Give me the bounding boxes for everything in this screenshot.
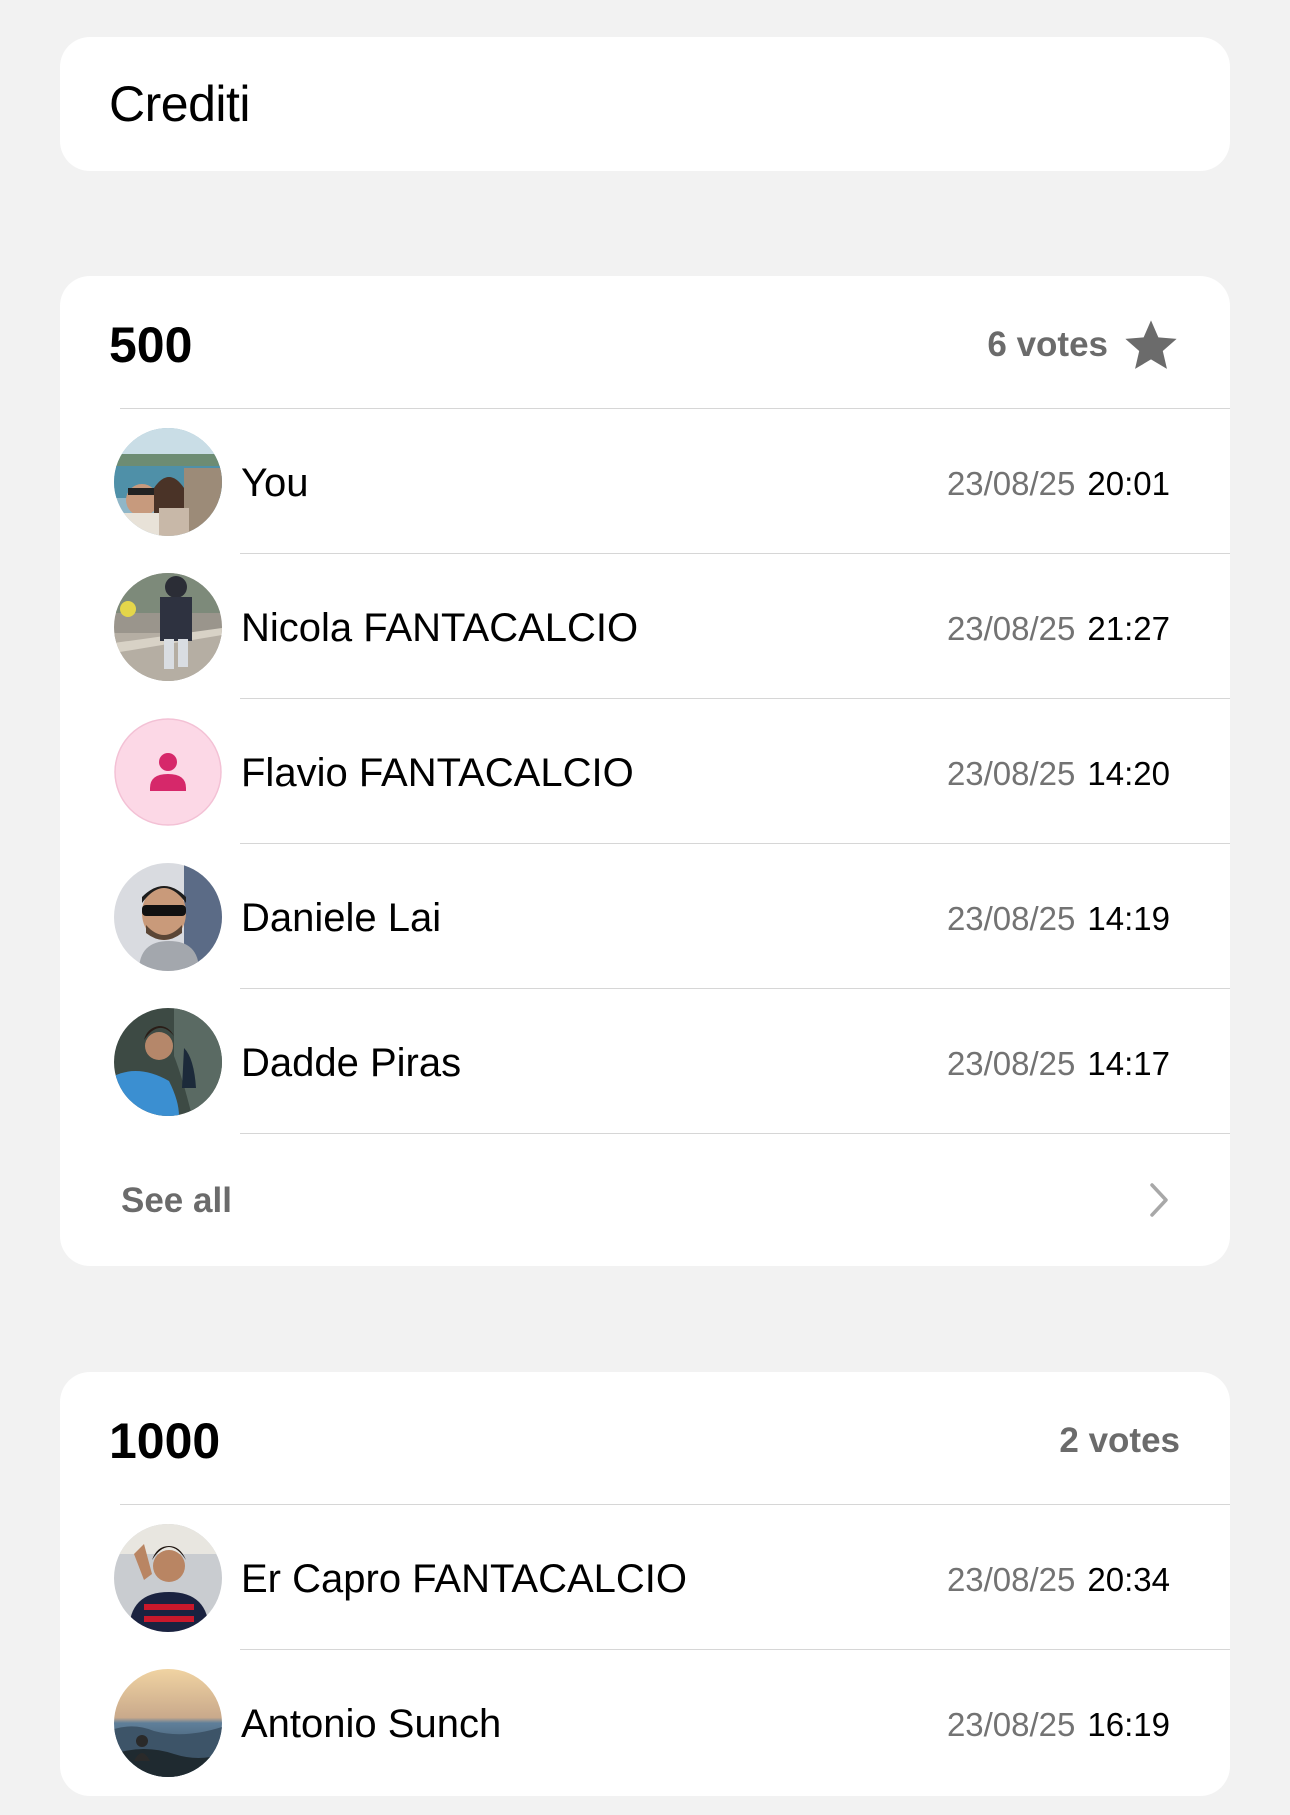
poll-option-votes: 6 votes <box>987 276 1180 414</box>
voter-name: Flavio FANTACALCIO <box>241 751 634 795</box>
avatar <box>114 1524 222 1632</box>
vote-timestamp: 23/08/25 21:27 <box>947 554 1170 704</box>
voter-row[interactable]: Nicola FANTACALCIO 23/08/25 21:27 <box>60 554 1230 699</box>
voter-row[interactable]: Flavio FANTACALCIO 23/08/25 14:20 <box>60 699 1230 844</box>
vote-date: 23/08/25 <box>946 610 1076 647</box>
voter-row[interactable]: You 23/08/25 20:01 <box>60 409 1230 554</box>
voter-row[interactable]: Dadde Piras 23/08/25 14:17 <box>60 989 1230 1134</box>
vote-time: 21:27 <box>1087 610 1170 647</box>
title-card: Crediti <box>60 37 1230 171</box>
avatar <box>114 573 222 681</box>
poll-option-card: 1000 2 votes Er Capro FANTACALCIO 23/08/… <box>60 1372 1230 1796</box>
avatar <box>114 1669 222 1777</box>
vote-date: 23/08/25 <box>946 1561 1076 1598</box>
vote-timestamp: 23/08/25 20:01 <box>947 409 1170 559</box>
page-title: Crediti <box>109 76 250 132</box>
vote-timestamp: 23/08/25 20:34 <box>947 1505 1170 1655</box>
voter-row[interactable]: Er Capro FANTACALCIO 23/08/25 20:34 <box>60 1505 1230 1650</box>
poll-option-card: 500 6 votes You 23/08/25 20:01 Nicola FA… <box>60 276 1230 1266</box>
poll-option-header: 500 6 votes <box>60 276 1230 409</box>
voter-name: Daniele Lai <box>241 896 442 940</box>
star-icon <box>1125 320 1177 369</box>
avatar <box>114 428 222 536</box>
vote-time: 20:01 <box>1087 465 1170 502</box>
poll-option-amount: 500 <box>109 317 193 373</box>
voter-name: Er Capro FANTACALCIO <box>241 1557 688 1601</box>
see-all-label: See all <box>121 1181 232 1220</box>
votes-count: 2 votes <box>1059 1421 1180 1460</box>
vote-time: 16:19 <box>1087 1706 1170 1743</box>
vote-time: 14:20 <box>1087 755 1170 792</box>
votes-count: 6 votes <box>987 325 1108 364</box>
vote-date: 23/08/25 <box>946 1706 1076 1743</box>
voter-name: Dadde Piras <box>241 1041 462 1085</box>
chevron-right-icon <box>1150 1183 1168 1217</box>
vote-date: 23/08/25 <box>946 755 1076 792</box>
vote-time: 14:17 <box>1087 1045 1170 1082</box>
vote-date: 23/08/25 <box>946 1045 1076 1082</box>
voter-row[interactable]: Antonio Sunch 23/08/25 16:19 <box>60 1650 1230 1795</box>
vote-timestamp: 23/08/25 14:17 <box>947 989 1170 1139</box>
poll-option-amount: 1000 <box>109 1413 221 1469</box>
avatar <box>114 718 222 826</box>
vote-date: 23/08/25 <box>946 465 1076 502</box>
poll-option-header: 1000 2 votes <box>60 1372 1230 1505</box>
vote-time: 20:34 <box>1087 1561 1170 1598</box>
vote-timestamp: 23/08/25 14:19 <box>947 844 1170 994</box>
vote-time: 14:19 <box>1087 900 1170 937</box>
voter-name: You <box>241 461 309 505</box>
avatar <box>114 863 222 971</box>
vote-timestamp: 23/08/25 16:19 <box>947 1650 1170 1796</box>
voter-name: Nicola FANTACALCIO <box>241 606 639 650</box>
vote-date: 23/08/25 <box>946 900 1076 937</box>
avatar <box>114 1008 222 1116</box>
voter-row[interactable]: Daniele Lai 23/08/25 14:19 <box>60 844 1230 989</box>
voter-name: Antonio Sunch <box>241 1702 502 1746</box>
vote-timestamp: 23/08/25 14:20 <box>947 699 1170 849</box>
see-all-button[interactable]: See all <box>60 1134 1230 1264</box>
poll-option-votes: 2 votes <box>1059 1372 1180 1510</box>
